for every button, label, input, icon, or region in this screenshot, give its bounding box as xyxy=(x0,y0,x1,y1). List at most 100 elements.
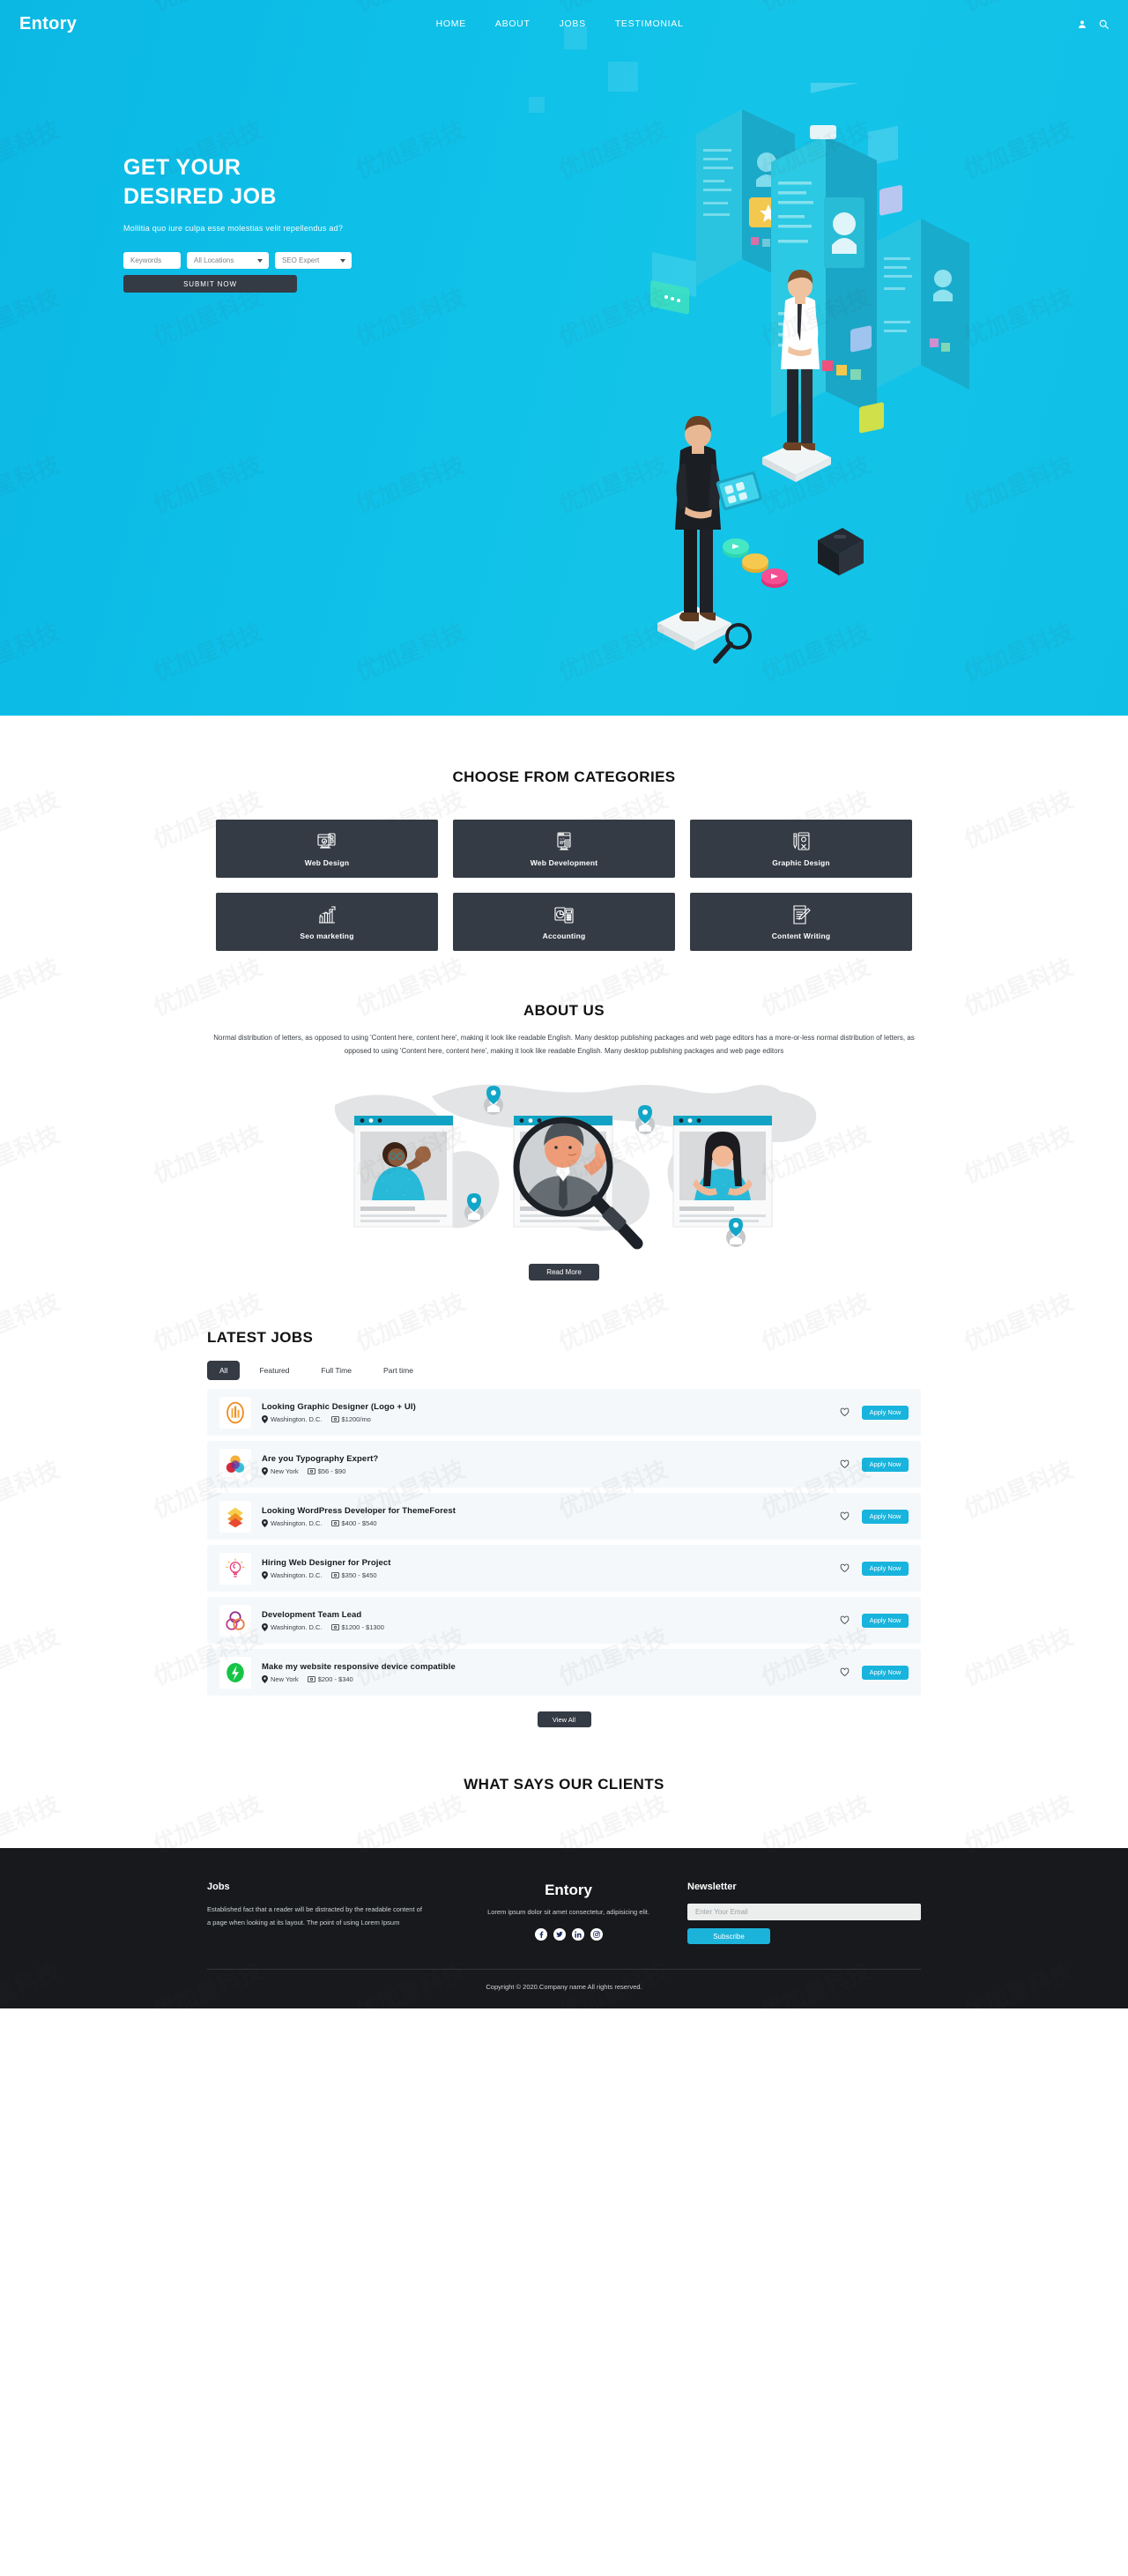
tab-all[interactable]: All xyxy=(207,1361,241,1381)
testimonial-section: WHAT SAYS OUR CLIENTS xyxy=(0,1727,1128,1848)
read-more-button[interactable]: Read More xyxy=(529,1264,599,1281)
nav-item-jobs[interactable]: JOBS xyxy=(560,19,586,29)
nav-links: HOME ABOUT JOBS TESTIMONIAL xyxy=(41,19,1078,29)
submit-now-button[interactable]: SUBMIT NOW xyxy=(123,275,297,293)
category-label: Web Development xyxy=(530,857,598,867)
apply-now-button[interactable]: Apply Now xyxy=(862,1457,909,1472)
table-row[interactable]: Are you Typography Expert? New York $56 … xyxy=(207,1441,921,1488)
about-illustration xyxy=(300,1070,828,1255)
job-meta: New York $200 - $340 xyxy=(262,1674,840,1683)
category-card-content-writing[interactable]: Content Writing xyxy=(690,893,912,951)
favorite-heart-icon[interactable] xyxy=(840,1667,850,1677)
category-card-web-design[interactable]: Web Design xyxy=(216,820,438,878)
color-circles-logo xyxy=(219,1448,251,1481)
category-label: Graphic Design xyxy=(772,857,830,867)
job-location-text: Washington. D.C. xyxy=(271,1414,323,1423)
table-row[interactable]: Looking WordPress Developer for ThemeFor… xyxy=(207,1493,921,1540)
chevron-down-icon xyxy=(257,258,263,263)
category-card-seo-marketing[interactable]: Seo marketing xyxy=(216,893,438,951)
money-icon xyxy=(330,1572,339,1578)
category-card-web-development[interactable]: </> Web Development xyxy=(453,820,675,878)
job-info: Development Team Lead Washington. D.C. $… xyxy=(262,1610,840,1631)
job-meta: Washington. D.C. $400 - $540 xyxy=(262,1518,840,1527)
orange-building-logo xyxy=(219,1396,251,1429)
linkedin-icon[interactable] xyxy=(571,1928,584,1941)
apply-now-button[interactable]: Apply Now xyxy=(862,1613,909,1628)
job-meta: Washington. D.C. $1200/mo xyxy=(262,1414,840,1423)
job-info: Are you Typography Expert? New York $56 … xyxy=(262,1454,840,1475)
apply-now-button[interactable]: Apply Now xyxy=(862,1665,909,1680)
expertise-select[interactable]: SEO Expert xyxy=(275,252,352,269)
table-row[interactable]: Development Team Lead Washington. D.C. $… xyxy=(207,1597,921,1644)
job-salary-text: $350 - $450 xyxy=(341,1570,377,1579)
jobs-title: LATEST JOBS xyxy=(207,1329,314,1347)
table-row[interactable]: Looking Graphic Designer (Logo + UI) Was… xyxy=(207,1389,921,1436)
job-location: Washington. D.C. xyxy=(262,1414,323,1423)
facebook-icon[interactable] xyxy=(534,1928,547,1941)
category-card-accounting[interactable]: Accounting xyxy=(453,893,675,951)
job-info: Hiring Web Designer for Project Washingt… xyxy=(262,1558,840,1579)
table-row[interactable]: Make my website responsive device compat… xyxy=(207,1649,921,1696)
hero-subtitle: Mollitia quo iure culpa esse molestias v… xyxy=(123,224,344,233)
subscribe-button[interactable]: Subscribe xyxy=(687,1928,770,1945)
hero-title-line2: DESIRED JOB xyxy=(123,184,277,209)
search-icon[interactable] xyxy=(1099,19,1109,29)
hero-title-line1: GET YOUR xyxy=(123,155,241,180)
user-icon[interactable] xyxy=(1078,19,1087,29)
job-title: Are you Typography Expert? xyxy=(262,1453,379,1464)
job-info: Make my website responsive device compat… xyxy=(262,1662,840,1683)
copyright-text: Copyright © 2020.Company name All rights… xyxy=(486,1983,642,1992)
job-location-text: Washington. D.C. xyxy=(271,1570,323,1579)
category-label: Web Design xyxy=(304,857,350,867)
location-pin-icon xyxy=(262,1570,268,1579)
category-card-graphic-design[interactable]: Graphic Design xyxy=(690,820,912,878)
view-all-button[interactable]: View All xyxy=(537,1711,591,1728)
job-info: Looking Graphic Designer (Logo + UI) Was… xyxy=(262,1402,840,1423)
tab-featured[interactable]: Featured xyxy=(247,1361,301,1380)
newsletter-email-input[interactable] xyxy=(687,1904,921,1921)
categories-section: CHOOSE FROM CATEGORIES Web Design </> We… xyxy=(0,716,1128,951)
money-icon xyxy=(330,1416,339,1422)
table-row[interactable]: Hiring Web Designer for Project Washingt… xyxy=(207,1545,921,1592)
favorite-heart-icon[interactable] xyxy=(840,1615,850,1625)
instagram-icon[interactable] xyxy=(590,1928,603,1941)
favorite-heart-icon[interactable] xyxy=(840,1563,850,1573)
footer-brand-text: Lorem ipsum dolor sit amet consectetur, … xyxy=(487,1908,649,1917)
categories-title: CHOOSE FROM CATEGORIES xyxy=(452,768,676,785)
keywords-input[interactable]: Keywords xyxy=(123,252,181,269)
categories-grid: Web Design </> Web Development Graphic D… xyxy=(216,820,912,951)
footer-jobs-heading: Jobs xyxy=(207,1882,230,1893)
job-location: New York xyxy=(262,1674,299,1683)
job-meta: Washington. D.C. $350 - $450 xyxy=(262,1570,840,1579)
stacked-diamonds-logo xyxy=(219,1500,251,1533)
footer-newsletter-heading: Newsletter xyxy=(687,1882,737,1893)
apply-now-button[interactable]: Apply Now xyxy=(862,1561,909,1576)
tab-part-time[interactable]: Part time xyxy=(371,1361,426,1380)
content-writing-icon xyxy=(790,904,812,925)
tab-full-time[interactable]: Full Time xyxy=(308,1361,363,1380)
job-location-text: Washington. D.C. xyxy=(271,1518,323,1527)
main-navbar: Entory HOME ABOUT JOBS TESTIMONIAL xyxy=(0,0,1128,48)
job-salary: $400 - $540 xyxy=(330,1519,377,1527)
twitter-icon[interactable] xyxy=(553,1928,566,1941)
about-title: ABOUT US xyxy=(523,1002,605,1019)
nav-item-testimonial[interactable]: TESTIMONIAL xyxy=(615,19,684,29)
expertise-select-value: SEO Expert xyxy=(282,256,320,264)
nav-icons xyxy=(1078,19,1109,29)
apply-now-button[interactable]: Apply Now xyxy=(862,1405,909,1420)
job-location: New York xyxy=(262,1466,299,1475)
nav-item-about[interactable]: ABOUT xyxy=(495,19,531,29)
location-select[interactable]: All Locations xyxy=(187,252,269,269)
money-icon xyxy=(330,1624,339,1630)
favorite-heart-icon[interactable] xyxy=(840,1459,850,1469)
nav-item-home[interactable]: HOME xyxy=(436,19,466,29)
job-title: Looking WordPress Developer for ThemeFor… xyxy=(262,1505,456,1516)
favorite-heart-icon[interactable] xyxy=(840,1511,850,1521)
apply-now-button[interactable]: Apply Now xyxy=(862,1509,909,1524)
hero-search-form: Keywords All Locations SEO Expert xyxy=(123,252,494,269)
job-salary-text: $200 - $340 xyxy=(317,1674,353,1683)
graphic-design-icon xyxy=(790,831,812,852)
favorite-heart-icon[interactable] xyxy=(840,1407,850,1417)
job-info: Looking WordPress Developer for ThemeFor… xyxy=(262,1506,840,1527)
job-title: Development Team Lead xyxy=(262,1609,362,1620)
